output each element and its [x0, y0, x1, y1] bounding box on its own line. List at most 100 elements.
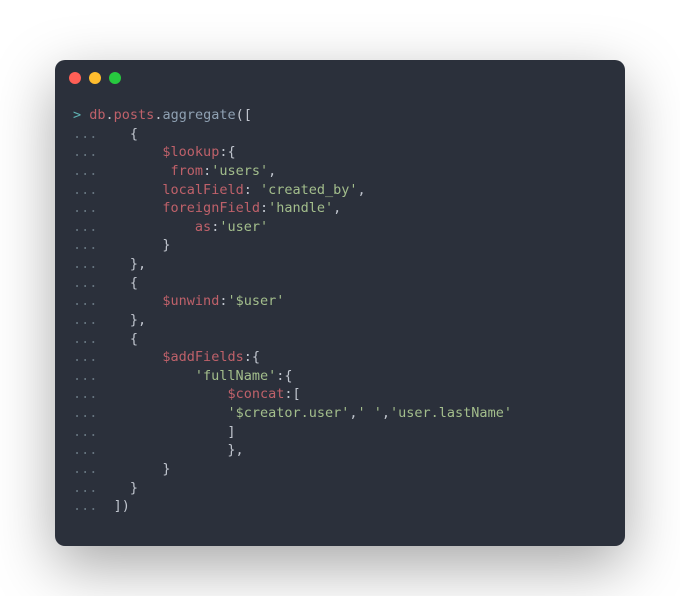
token-punct: ,: [268, 163, 276, 179]
token-dots: ...: [73, 126, 106, 142]
token-punct: ]: [106, 424, 236, 440]
token-punct: .: [106, 107, 114, 123]
token-punct: ]): [106, 498, 130, 514]
token-punct: ([: [236, 107, 252, 123]
token-punct: [106, 182, 163, 198]
token-punct: }: [106, 461, 171, 477]
title-bar: [55, 60, 625, 96]
token-punct: [106, 219, 195, 235]
token-colon: :: [244, 182, 260, 198]
token-punct: [106, 200, 163, 216]
token-dots: ...: [73, 200, 106, 216]
token-dots: ...: [73, 144, 106, 160]
code-line: ... $concat:[: [73, 385, 607, 404]
token-colon: :: [203, 163, 211, 179]
code-line: > db.posts.aggregate([: [73, 106, 607, 125]
token-dots: ...: [73, 405, 106, 421]
token-punct: [106, 386, 228, 402]
token-key: as: [195, 219, 211, 235]
token-punct: {: [227, 144, 235, 160]
code-line: ... {: [73, 274, 607, 293]
code-line: ... $lookup:{: [73, 143, 607, 162]
token-punct: [106, 349, 163, 365]
token-var: posts: [114, 107, 155, 123]
token-punct: ,: [358, 182, 366, 198]
token-string: '$creator.user': [227, 405, 349, 421]
token-dots: ...: [73, 349, 106, 365]
token-punct: [106, 293, 163, 309]
zoom-icon[interactable]: [109, 72, 121, 84]
token-punct: {: [106, 275, 139, 291]
code-line: ... localField: 'created_by',: [73, 181, 607, 200]
token-string: 'users': [211, 163, 268, 179]
token-dots: ...: [73, 275, 106, 291]
code-line: ... from:'users',: [73, 162, 607, 181]
code-line: ... }: [73, 236, 607, 255]
token-key: $lookup: [162, 144, 219, 160]
token-punct: [106, 163, 171, 179]
token-key: $unwind: [162, 293, 219, 309]
token-punct: ,: [382, 405, 390, 421]
token-punct: }: [106, 237, 171, 253]
code-line: ... {: [73, 330, 607, 349]
token-dots: ...: [73, 219, 106, 235]
token-punct: }: [106, 480, 139, 496]
code-line: ... as:'user': [73, 218, 607, 237]
token-colon: :: [244, 349, 252, 365]
token-punct: ,: [349, 405, 357, 421]
token-dots: ...: [73, 386, 106, 402]
code-line: ... },: [73, 255, 607, 274]
token-var: db: [89, 107, 105, 123]
code-line: ... foreignField:'handle',: [73, 199, 607, 218]
code-line: ... {: [73, 125, 607, 144]
token-dots: ...: [73, 237, 106, 253]
token-key: from: [171, 163, 204, 179]
token-dots: ...: [73, 312, 106, 328]
token-punct: ,: [333, 200, 341, 216]
token-key: $addFields: [162, 349, 243, 365]
token-dots: ...: [73, 461, 106, 477]
token-string: 'fullName': [195, 368, 276, 384]
token-dots: ...: [73, 442, 106, 458]
terminal-window: > db.posts.aggregate([... {... $lookup:{…: [55, 60, 625, 546]
token-string: 'user': [219, 219, 268, 235]
close-icon[interactable]: [69, 72, 81, 84]
token-dots: ...: [73, 293, 106, 309]
code-line: ... ]): [73, 497, 607, 516]
code-line: ... },: [73, 441, 607, 460]
token-dots: ...: [73, 163, 106, 179]
token-string: ' ': [358, 405, 382, 421]
token-string: 'handle': [268, 200, 333, 216]
token-punct: [106, 368, 195, 384]
token-punct: {: [284, 368, 292, 384]
code-line: ... }: [73, 479, 607, 498]
code-line: ... $unwind:'$user': [73, 292, 607, 311]
token-dots: ...: [73, 498, 106, 514]
token-punct: },: [106, 256, 147, 272]
token-dots: ...: [73, 368, 106, 384]
token-key: $concat: [227, 386, 284, 402]
token-key: foreignField: [162, 200, 260, 216]
token-dots: ...: [73, 424, 106, 440]
token-string: '$user': [227, 293, 284, 309]
token-punct: {: [252, 349, 260, 365]
token-punct: [: [292, 386, 300, 402]
token-colon: :: [260, 200, 268, 216]
token-punct: {: [106, 331, 139, 347]
token-punct: },: [106, 312, 147, 328]
token-string: 'user.lastName': [390, 405, 512, 421]
code-line: ... $addFields:{: [73, 348, 607, 367]
token-key: localField: [162, 182, 243, 198]
token-dots: ...: [73, 256, 106, 272]
token-punct: {: [106, 126, 139, 142]
code-line: ... '$creator.user',' ','user.lastName': [73, 404, 607, 423]
token-punct: },: [106, 442, 244, 458]
token-string: 'created_by': [260, 182, 358, 198]
token-dots: ...: [73, 331, 106, 347]
token-punct: [106, 405, 228, 421]
code-block: > db.posts.aggregate([... {... $lookup:{…: [55, 96, 625, 546]
minimize-icon[interactable]: [89, 72, 101, 84]
token-prompt: >: [73, 107, 89, 123]
code-line: ... 'fullName':{: [73, 367, 607, 386]
code-line: ... },: [73, 311, 607, 330]
